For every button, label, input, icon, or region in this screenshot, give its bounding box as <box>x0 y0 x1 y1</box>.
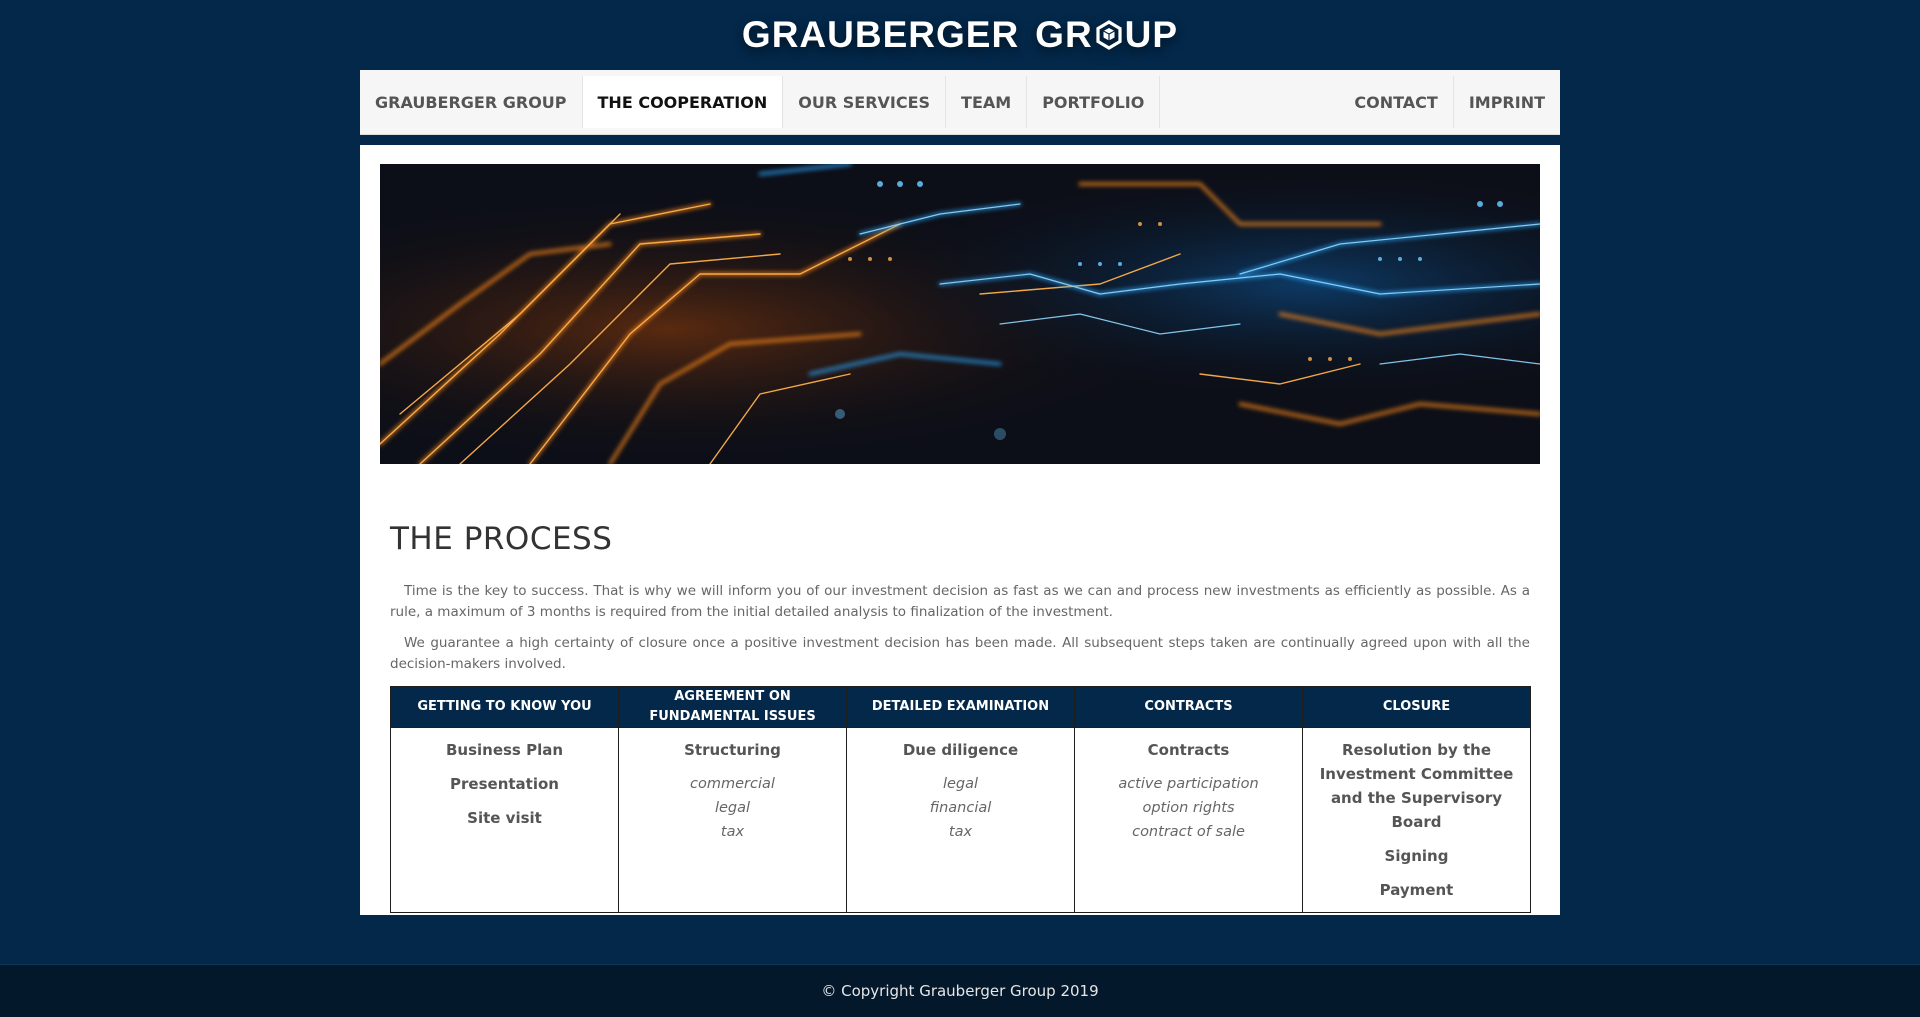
step-cell-agreement: Structuring commercial legal tax <box>618 727 847 913</box>
header-contracts: CONTRACTS <box>1074 686 1303 728</box>
logo-word-2-end: UP <box>1124 14 1179 55</box>
step-cell-contracts: Contracts active participation option ri… <box>1074 727 1303 913</box>
hexagon-cube-icon <box>1096 20 1122 50</box>
step-subitem: active participation <box>1118 776 1259 792</box>
nav-left-group: GRAUBERGER GROUP THE COOPERATION OUR SER… <box>360 70 1161 134</box>
nav-item-portfolio[interactable]: PORTFOLIO <box>1027 76 1161 128</box>
step-subitem: legal <box>942 776 979 792</box>
header-detailed-examination: DETAILED EXAMINATION <box>846 686 1075 728</box>
process-header-row: GETTING TO KNOW YOU AGREEMENT ON FUNDAME… <box>390 686 1531 728</box>
nav-item-imprint[interactable]: IMPRINT <box>1454 76 1560 128</box>
copyright-text: © Copyright Grauberger Group 2019 <box>821 982 1099 1000</box>
step-subitem: legal <box>714 800 751 816</box>
header-getting-to-know-you: GETTING TO KNOW YOU <box>390 686 619 728</box>
step-subitem: financial <box>929 800 992 816</box>
content-panel: THE PROCESS Time is the key to success. … <box>360 145 1560 915</box>
circuit-board-image <box>380 164 1540 464</box>
main-nav: GRAUBERGER GROUP THE COOPERATION OUR SER… <box>360 70 1560 135</box>
logo[interactable]: GRAUBERGER GR UP <box>742 14 1178 56</box>
nav-item-grauberger-group[interactable]: GRAUBERGER GROUP <box>360 76 583 128</box>
nav-item-team[interactable]: TEAM <box>946 76 1028 128</box>
step-item: Due diligence <box>902 741 1019 759</box>
logo-word-2-start: GR <box>1035 14 1093 55</box>
step-subitem: tax <box>720 824 745 840</box>
logo-word-1: GRAUBERGER <box>741 14 1020 55</box>
header: GRAUBERGER GR UP <box>0 0 1920 70</box>
step-item: Signing <box>1384 847 1449 865</box>
step-item: Presentation <box>450 775 559 793</box>
step-item: Payment <box>1379 881 1454 899</box>
intro-paragraph-2: We guarantee a high certainty of closure… <box>390 635 1530 672</box>
nav-item-the-cooperation[interactable]: THE COOPERATION <box>582 76 784 128</box>
step-item: Business Plan <box>445 741 564 759</box>
step-item: Resolution by the Investment Committee a… <box>1319 741 1514 831</box>
step-subitem: contract of sale <box>1132 824 1245 840</box>
step-item: Contracts <box>1147 741 1230 759</box>
process-body-row: Business Plan Presentation Site visit St… <box>390 727 1531 913</box>
step-subitem: option rights <box>1142 800 1235 816</box>
header-closure: CLOSURE <box>1302 686 1531 728</box>
intro-paragraph-1: Time is the key to success. That is why … <box>390 583 1530 620</box>
page-title: THE PROCESS <box>390 521 613 557</box>
step-cell-closure: Resolution by the Investment Committee a… <box>1302 727 1531 913</box>
step-item: Structuring <box>684 741 781 759</box>
step-cell-getting-to-know-you: Business Plan Presentation Site visit <box>390 727 619 913</box>
header-agreement-on-fundamental-issues: AGREEMENT ON FUNDAMENTAL ISSUES <box>618 686 847 728</box>
step-cell-detailed-examination: Due diligence legal financial tax <box>846 727 1075 913</box>
nav-item-contact[interactable]: CONTACT <box>1339 76 1454 128</box>
nav-right-group: CONTACT IMPRINT <box>1339 70 1560 134</box>
footer: © Copyright Grauberger Group 2019 <box>0 964 1920 1017</box>
step-subitem: tax <box>948 824 973 840</box>
step-subitem: commercial <box>690 776 775 792</box>
process-table: GETTING TO KNOW YOU AGREEMENT ON FUNDAME… <box>390 686 1531 913</box>
nav-item-our-services[interactable]: OUR SERVICES <box>783 76 947 128</box>
step-item: Site visit <box>467 809 542 827</box>
